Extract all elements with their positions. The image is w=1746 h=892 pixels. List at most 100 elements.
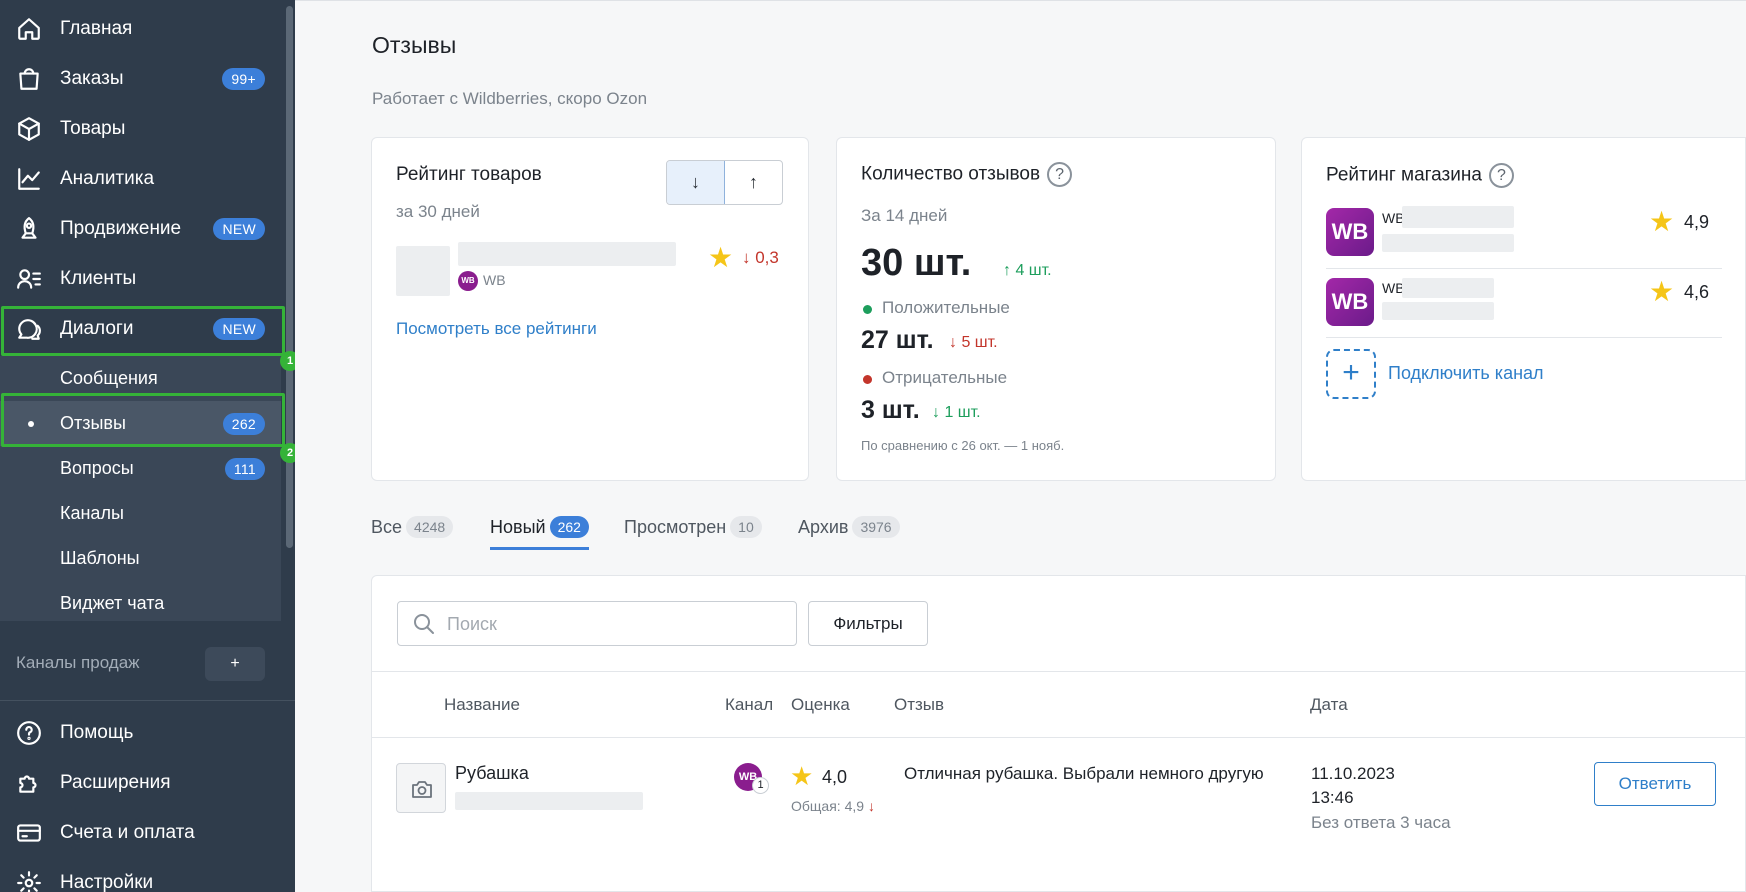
positive-label: Положительные xyxy=(882,298,1010,317)
camera-glyph xyxy=(412,781,432,798)
card-title: Рейтинг товаров xyxy=(396,164,542,185)
submenu-label: Шаблоны xyxy=(60,548,140,568)
nav-item-promotion[interactable]: Продвижение NEW xyxy=(0,204,285,254)
step-marker-1: 1 xyxy=(280,351,295,371)
sidebar-scrollbar[interactable] xyxy=(286,6,293,548)
connect-channel-link[interactable]: Подключить канал xyxy=(1388,363,1544,384)
card-period: За 14 дней xyxy=(861,206,948,225)
tab-viewed[interactable]: Просмотрен 10 xyxy=(624,516,762,550)
orders-count-badge: 99+ xyxy=(222,68,265,90)
review-text[interactable]: Отличная рубашка. Выбрали немного другую xyxy=(904,764,1264,784)
sort-toggle: ↓ ↑ xyxy=(666,160,783,205)
promotion-new-badge: NEW xyxy=(213,218,265,240)
nav-item-help[interactable]: Помощь xyxy=(0,708,285,758)
plus-icon[interactable]: + xyxy=(1326,349,1376,399)
help-icon[interactable]: ? xyxy=(1488,163,1514,188)
wb-store-logo: WB xyxy=(1326,278,1374,326)
tab-new[interactable]: Новый 262 xyxy=(490,516,589,550)
positive-delta: ↓ 5 шт. xyxy=(949,334,998,351)
compare-note: По сравнению с 26 окт. — 1 нояб. xyxy=(861,438,1065,453)
negative-dot-icon xyxy=(863,375,872,384)
negative-count: 3 шт. xyxy=(861,396,920,424)
nav-label: Помощь xyxy=(60,722,134,743)
review-rating: 4,0 xyxy=(822,767,848,787)
table-header-top-border xyxy=(372,671,1746,672)
sidebar: Главная Заказы 99+ Товары Аналитика Прод… xyxy=(0,0,295,892)
sidebar-divider xyxy=(0,700,295,701)
nav-label: Товары xyxy=(60,118,126,139)
nav-item-extensions[interactable]: Расширения xyxy=(0,758,285,808)
tab-count: 262 xyxy=(549,516,589,538)
add-channel-button[interactable]: + xyxy=(205,647,265,681)
highlight-reviews xyxy=(1,393,285,447)
star-icon: ★ xyxy=(1649,276,1675,307)
search-input[interactable]: Поиск xyxy=(397,601,797,646)
store-divider xyxy=(1326,337,1722,338)
nav-label: Клиенты xyxy=(60,268,137,289)
nav-item-analytics[interactable]: Аналитика xyxy=(0,154,285,204)
tab-label: Все xyxy=(371,517,403,537)
submenu-label: Сообщения xyxy=(60,368,158,388)
positive-dot-icon xyxy=(863,305,872,314)
highlight-dialogs xyxy=(1,306,285,356)
column-header-rating[interactable]: Оценка xyxy=(791,695,850,715)
nav-item-home[interactable]: Главная xyxy=(0,4,285,54)
overall-rating: Общая: 4,9 xyxy=(791,798,865,814)
nav-item-products[interactable]: Товары xyxy=(0,104,285,154)
sort-up-button[interactable]: ↑ xyxy=(725,161,782,204)
credit-card-icon xyxy=(16,820,42,846)
tab-count: 3976 xyxy=(852,516,900,538)
store-divider xyxy=(1326,268,1722,269)
nav-label: Продвижение xyxy=(60,218,182,239)
box-icon xyxy=(16,116,42,142)
star-icon: ★ xyxy=(1649,206,1675,237)
tab-count: 4248 xyxy=(406,516,454,538)
view-all-ratings-link[interactable]: Посмотреть все рейтинги xyxy=(396,319,597,339)
nav-label: Заказы xyxy=(60,68,124,89)
nav-label: Главная xyxy=(60,18,133,39)
card-period: за 30 дней xyxy=(396,202,480,221)
star-icon: ★ xyxy=(790,761,814,791)
product-name-redacted xyxy=(458,242,676,266)
nav-item-billing[interactable]: Счета и оплата xyxy=(0,808,285,858)
tab-archive[interactable]: Архив 3976 xyxy=(798,516,900,550)
nav-item-clients[interactable]: Клиенты xyxy=(0,254,285,304)
nav-item-orders[interactable]: Заказы 99+ xyxy=(0,54,285,104)
column-header-date[interactable]: Дата xyxy=(1310,695,1348,715)
step-marker-2: 2 xyxy=(280,443,295,463)
sort-down-button[interactable]: ↓ xyxy=(667,161,725,204)
nav-label: Аналитика xyxy=(60,168,155,189)
review-date: 11.10.2023 xyxy=(1311,764,1395,783)
star-icon: ★ xyxy=(708,242,734,273)
reply-button[interactable]: Ответить xyxy=(1594,762,1716,806)
review-count-card: Количество отзывов? За 14 дней 30 шт. ↑ … xyxy=(836,137,1276,481)
camera-icon xyxy=(396,763,446,813)
top-border xyxy=(295,0,1746,1)
page-subtitle: Работает с Wildberries, скоро Ozon xyxy=(372,89,648,108)
column-header-name[interactable]: Название xyxy=(444,695,520,715)
nav-item-settings[interactable]: Настройки xyxy=(0,858,285,892)
product-thumbnail xyxy=(396,246,450,296)
submenu-item-chat-widget[interactable]: Виджет чата xyxy=(0,581,281,626)
total-count: 30 шт. xyxy=(861,242,972,284)
submenu-item-templates[interactable]: Шаблоны xyxy=(0,536,281,581)
product-name[interactable]: Рубашка xyxy=(455,763,529,784)
channel-name: WB xyxy=(483,272,506,288)
store-name-redacted xyxy=(1402,206,1514,228)
filters-button[interactable]: Фильтры xyxy=(808,601,928,646)
store-sub-redacted xyxy=(1382,302,1494,320)
submenu-item-questions[interactable]: Вопросы 111 xyxy=(0,446,281,491)
card-title-row: Рейтинг магазина? xyxy=(1326,163,1514,188)
help-icon[interactable]: ? xyxy=(1047,162,1073,187)
rating-delta: ↓ 0,3 xyxy=(742,248,779,267)
reviews-table-card: Поиск Фильтры Название Канал Оценка Отзы… xyxy=(371,575,1746,892)
column-header-review[interactable]: Отзыв xyxy=(894,695,944,715)
submenu-item-channels[interactable]: Каналы xyxy=(0,491,281,536)
card-title: Рейтинг магазина xyxy=(1326,164,1482,186)
submenu-label: Каналы xyxy=(60,503,124,523)
tab-all[interactable]: Все 4248 xyxy=(371,516,454,550)
gear-icon xyxy=(16,870,42,892)
overall-rating-row: Общая: 4,9 ↓ xyxy=(791,798,875,814)
column-header-channel[interactable]: Канал xyxy=(725,695,773,715)
store-rating: 4,9 xyxy=(1684,212,1710,232)
